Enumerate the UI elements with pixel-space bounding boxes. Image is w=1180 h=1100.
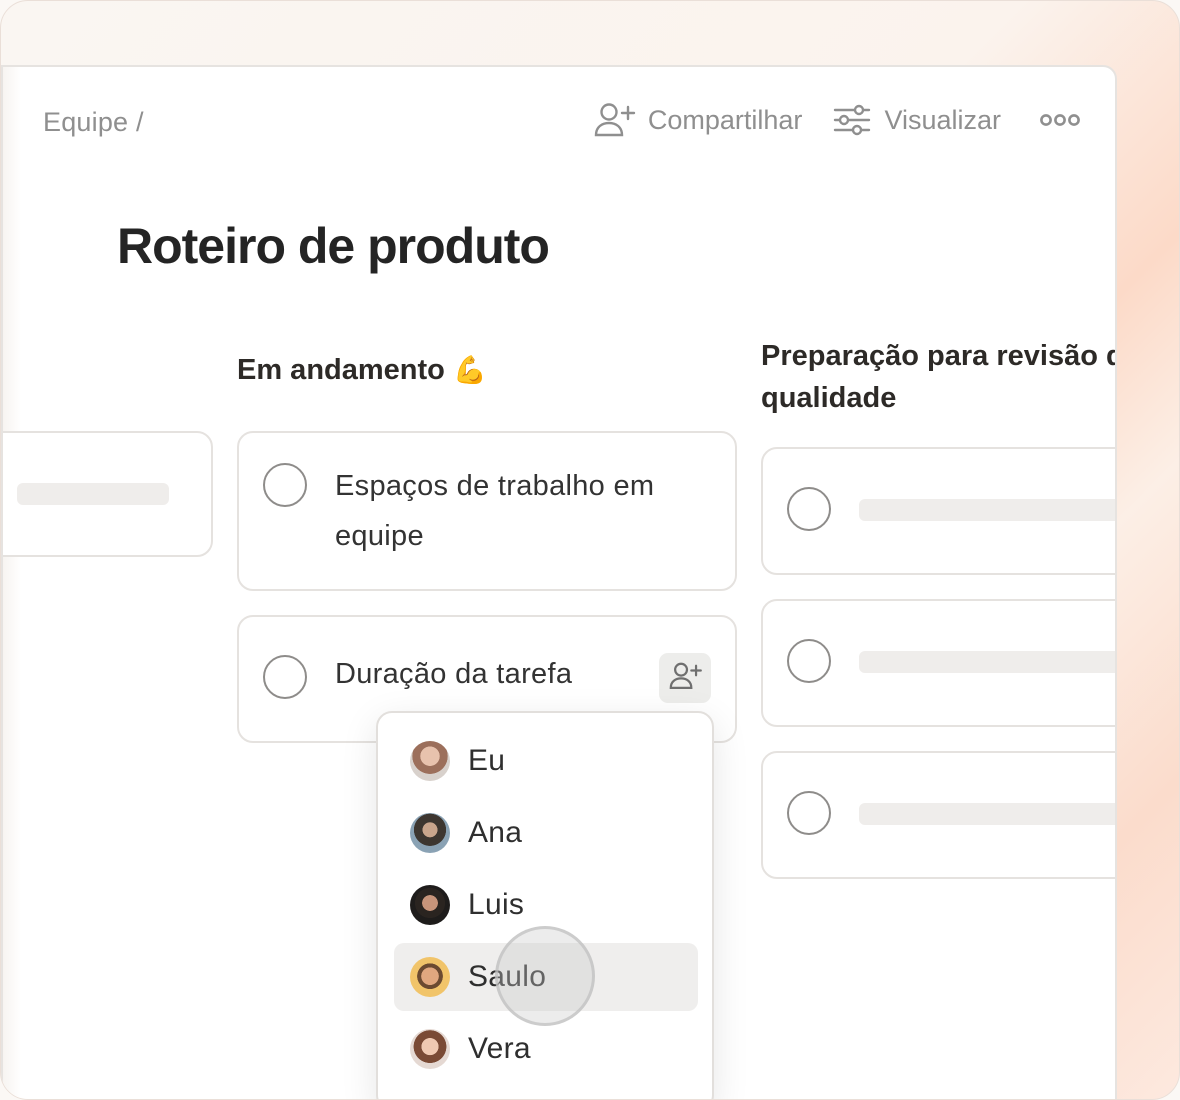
avatar xyxy=(410,885,450,925)
sliders-icon xyxy=(832,102,872,138)
avatar xyxy=(410,957,450,997)
task-checkbox[interactable] xyxy=(787,487,831,531)
assignee-option-eu[interactable]: Eu xyxy=(394,727,698,795)
column-title-qa-prep: Preparação para revisão de qualidade xyxy=(761,340,1117,414)
view-label: Visualizar xyxy=(884,104,1001,135)
task-checkbox[interactable] xyxy=(263,655,307,699)
placeholder-bar xyxy=(17,483,169,505)
flexed-biceps-icon: 💪 xyxy=(452,355,487,385)
task-checkbox[interactable] xyxy=(787,791,831,835)
task-card-placeholder[interactable] xyxy=(761,599,1115,727)
add-person-icon xyxy=(592,101,636,139)
share-button[interactable]: Compartilhar xyxy=(592,101,803,139)
view-button[interactable]: Visualizar xyxy=(832,102,1001,138)
add-person-icon xyxy=(667,661,703,696)
task-title: Duração da tarefa xyxy=(335,658,573,690)
task-card-placeholder[interactable] xyxy=(761,751,1115,879)
task-card-placeholder[interactable] xyxy=(3,431,213,557)
avatar xyxy=(410,813,450,853)
task-title: Espaços de trabalho em equipe xyxy=(335,470,655,552)
share-label: Compartilhar xyxy=(647,104,803,135)
placeholder-bar xyxy=(859,499,1115,521)
page-title: Roteiro de produto xyxy=(117,218,550,274)
assign-person-button[interactable] xyxy=(659,653,711,703)
task-checkbox[interactable] xyxy=(263,463,307,507)
assignee-option-ana[interactable]: Ana xyxy=(394,799,698,867)
breadcrumb[interactable]: Equipe / xyxy=(43,107,144,138)
more-options-button[interactable] xyxy=(1039,112,1081,128)
placeholder-bar xyxy=(859,651,1115,673)
column-title-in-progress: Em andamento 💪 xyxy=(237,354,487,386)
placeholder-bar xyxy=(859,803,1115,825)
task-card-placeholder[interactable] xyxy=(761,447,1115,575)
toolbar: Compartilhar Visualizar xyxy=(592,101,1081,139)
more-icon xyxy=(1039,112,1081,128)
app-frame: Equipe / Compartilhar Visualizar Roteiro… xyxy=(0,0,1180,1100)
avatar xyxy=(410,1029,450,1069)
task-checkbox[interactable] xyxy=(787,639,831,683)
window-edge xyxy=(3,67,21,1099)
task-card[interactable]: Espaços de trabalho em equipe xyxy=(237,431,737,591)
assignee-dropdown: Eu Ana Luis Saulo Vera xyxy=(376,711,714,1099)
click-indicator xyxy=(495,926,595,1026)
avatar xyxy=(410,741,450,781)
